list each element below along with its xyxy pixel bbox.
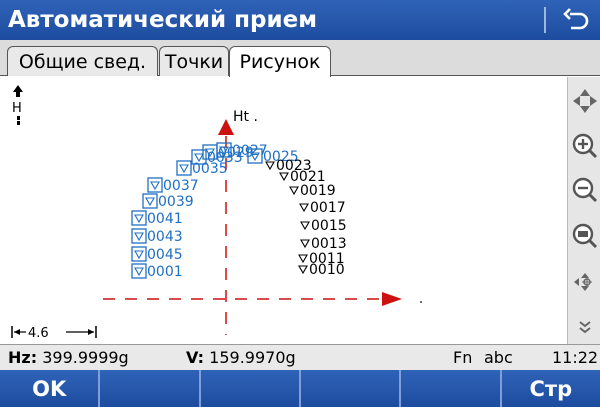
f3-button[interactable] [201, 370, 301, 407]
page-button[interactable]: Стр [502, 370, 600, 407]
function-key-bar: OK Стр [0, 370, 600, 407]
hz-readout: Hz: 399.9999g [8, 348, 129, 367]
v-value: 159.9970g [209, 348, 296, 367]
tab-points[interactable]: Точки [159, 46, 229, 76]
zoom-in-icon [572, 133, 597, 159]
title-separator [544, 7, 546, 33]
point-label: 0043 [147, 229, 183, 245]
survey-point-marker: 0039 [142, 193, 194, 210]
center-view-icon [573, 273, 592, 291]
point-label: 0013 [311, 236, 347, 252]
vertical-axis-arrow [218, 119, 234, 135]
axis-end-dot [420, 301, 422, 303]
ok-button[interactable]: OK [0, 370, 101, 407]
point-label: 0037 [163, 178, 199, 194]
zoom-in-button[interactable] [568, 129, 600, 163]
horizontal-axis-arrow [382, 292, 402, 306]
hz-value: 399.9999g [42, 348, 129, 367]
v-readout: V: 159.9970g [186, 348, 296, 367]
point-label: 0001 [147, 264, 183, 280]
survey-point-marker: 0043 [131, 228, 183, 245]
point-label: 0045 [147, 247, 183, 263]
fn-indicator: Fn [453, 348, 473, 367]
input-mode-indicator: abc [484, 348, 513, 367]
point-plot: H Ht . 000100450043004100390037003500330… [11, 85, 422, 341]
center-button[interactable] [568, 265, 600, 299]
survey-point-marker: 0037 [147, 177, 199, 194]
scale-bar: 4.6 [11, 326, 97, 341]
point-label: 0017 [310, 200, 346, 216]
zoom-out-icon [572, 177, 597, 203]
back-icon[interactable] [562, 6, 590, 34]
point-label: 0041 [147, 211, 183, 227]
survey-point-marker: 0013 [300, 236, 347, 252]
tab-bar: Общие свед. Точки Рисунок [0, 40, 600, 77]
zoom-fit-icon [572, 223, 597, 249]
axis-label-ht: Ht . [233, 109, 258, 125]
scale-label: 4.6 [28, 326, 49, 341]
hz-label: Hz: [8, 348, 38, 367]
survey-point-marker: 0017 [299, 200, 346, 216]
window-title: Автоматический прием [8, 7, 317, 33]
title-bar: Автоматический прием [0, 0, 600, 40]
drawing-canvas[interactable]: H Ht . 0001 0045 0043 0041 0039 0037 0035 0033 0… [0, 77, 567, 344]
f2-button[interactable] [100, 370, 201, 407]
f4-button[interactable] [301, 370, 402, 407]
status-bar: Hz: 399.9999g V: 159.9970g Fn abc 11:22 [0, 344, 600, 370]
v-label: V: [186, 348, 205, 367]
survey-point-marker: 0019 [289, 183, 336, 199]
clock: 11:22 [552, 348, 599, 367]
tab-general[interactable]: Общие свед. [7, 46, 158, 76]
point-label: 0019 [300, 183, 336, 199]
tab-drawing[interactable]: Рисунок [229, 46, 331, 77]
more-button[interactable] [568, 313, 600, 341]
point-label: 0039 [158, 194, 194, 210]
point-label: 0010 [309, 262, 345, 278]
survey-point-marker: 0001 [131, 263, 183, 280]
point-label: 0015 [311, 218, 347, 234]
double-chevron-down-icon [578, 321, 591, 334]
survey-point-marker: 0041 [131, 210, 183, 227]
survey-point-marker: 0010 [298, 262, 345, 278]
zoom-toolbar [567, 77, 600, 344]
pan-arrows-icon [572, 89, 597, 113]
zoom-fit-button[interactable] [568, 219, 600, 253]
orientation-label: H [12, 101, 22, 116]
points-layer: 0001004500430041003900370035003300290027… [131, 142, 347, 280]
zoom-out-button[interactable] [568, 173, 600, 207]
orientation-icon: H [12, 85, 23, 125]
f5-button[interactable] [401, 370, 502, 407]
pan-button[interactable] [568, 83, 600, 119]
survey-point-marker: 0045 [131, 246, 183, 263]
survey-point-marker: 0015 [300, 218, 347, 234]
